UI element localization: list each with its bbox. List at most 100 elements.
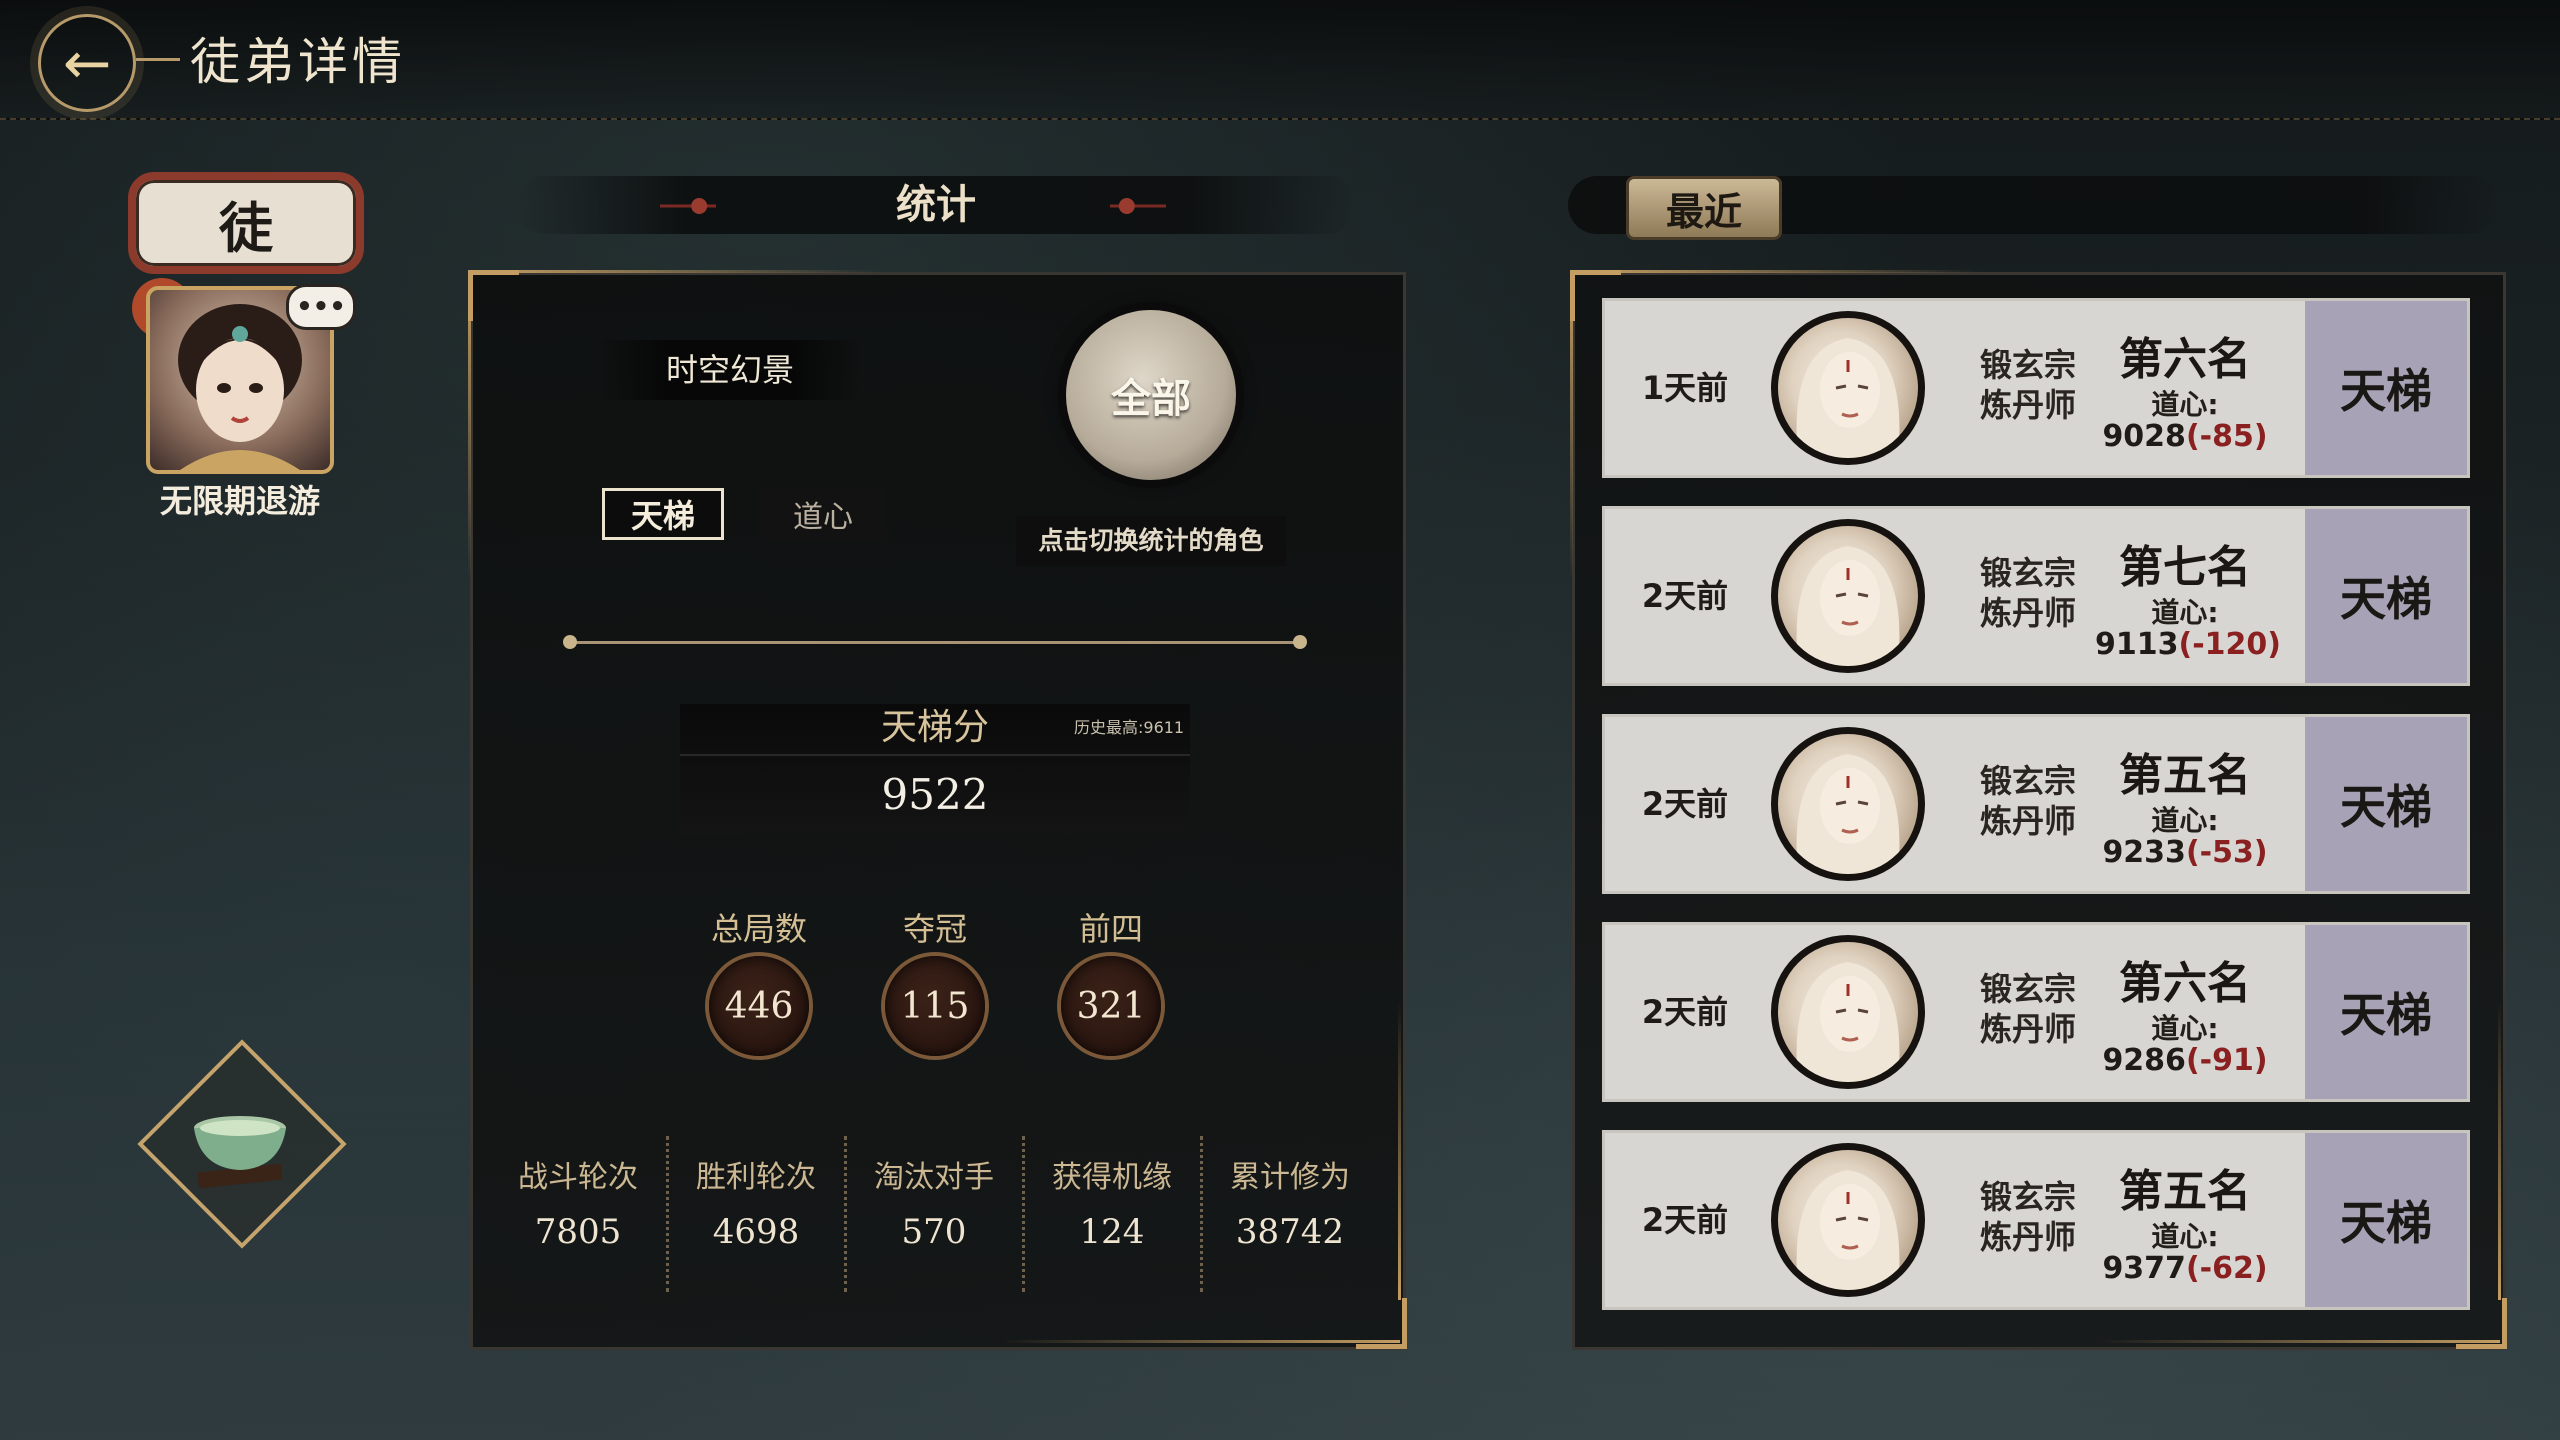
tab-daoxin[interactable]: 道心	[760, 488, 886, 540]
win-rounds-label: 胜利轮次	[696, 1160, 816, 1195]
daoxin-score: 9377(-62)	[2095, 1251, 2275, 1286]
stats-section-title: 统计	[896, 181, 976, 228]
divider-dot	[563, 635, 577, 649]
panel-gold-line	[1398, 1000, 1401, 1300]
section-divider	[570, 641, 1300, 644]
match-rank: 第六名	[2119, 958, 2251, 1009]
daoxin-score: 9113(-120)	[2095, 627, 2281, 662]
match-sect: 锻玄宗 炼丹师	[1963, 553, 2093, 633]
match-mode: 天梯	[2305, 717, 2467, 891]
score-delta: (-53)	[2185, 835, 2268, 870]
panel-gold-line	[1570, 280, 1573, 580]
total-games-label: 总局数	[710, 910, 807, 948]
tea-bowl-icon[interactable]	[180, 1090, 300, 1200]
history-best-score: 历史最高:9611	[1074, 718, 1185, 737]
daoxin-label: 道心:	[2151, 1012, 2219, 1045]
opportunities-label: 获得机缘	[1052, 1160, 1172, 1195]
wins-value: 115	[885, 956, 985, 1056]
panel-gold-line	[2100, 1340, 2500, 1343]
stat-separator	[1022, 1136, 1025, 1292]
sect-name: 锻玄宗	[1979, 554, 2076, 592]
back-arrow-icon[interactable]: ←	[38, 14, 136, 112]
ladder-box-divider	[680, 754, 1190, 756]
match-mode: 天梯	[2305, 301, 2467, 475]
score-delta: (-120)	[2178, 627, 2282, 662]
top-four-label: 前四	[1078, 910, 1143, 948]
match-card[interactable]: 2天前 锻玄宗 炼丹师 第五名 道心: 9233(-53) 天梯	[1602, 714, 2470, 894]
match-mode: 天梯	[2305, 1133, 2467, 1307]
daoxin-label: 道心:	[2151, 388, 2219, 421]
role-name: 炼丹师	[1979, 1010, 2076, 1048]
role-name: 炼丹师	[1979, 594, 2076, 632]
cultivation-value: 38742	[1235, 1212, 1345, 1252]
match-mode: 天梯	[2305, 509, 2467, 683]
daoxin-label: 道心:	[2151, 596, 2219, 629]
cultivation-label: 累计修为	[1230, 1160, 1350, 1195]
player-name: 无限期退游	[159, 482, 320, 520]
character-portrait	[1771, 935, 1925, 1089]
top-four-value: 321	[1061, 956, 1161, 1056]
battle-rounds-label: 战斗轮次	[518, 1160, 638, 1195]
score-value: 9233	[2102, 835, 2186, 870]
match-card[interactable]: 2天前 锻玄宗 炼丹师 第六名 道心: 9286(-91) 天梯	[1602, 922, 2470, 1102]
score-value: 9377	[2102, 1251, 2186, 1286]
daoxin-score: 9233(-53)	[2095, 835, 2275, 870]
match-time: 1天前	[1641, 369, 1729, 407]
panel-corner-ornament	[468, 270, 519, 321]
match-time: 2天前	[1641, 577, 1729, 615]
role-name: 炼丹师	[1979, 1218, 2076, 1256]
character-portrait	[1771, 727, 1925, 881]
panel-gold-line	[468, 280, 471, 580]
tab-ladder[interactable]: 天梯	[602, 488, 724, 540]
match-sect: 锻玄宗 炼丹师	[1963, 1177, 2093, 1257]
match-card[interactable]: 1天前 锻玄宗 炼丹师 第六名 道心: 9028(-85) 天梯	[1602, 298, 2470, 478]
battle-rounds-value: 7805	[534, 1212, 622, 1252]
match-rank: 第七名	[2119, 542, 2251, 593]
match-sect: 锻玄宗 炼丹师	[1963, 969, 2093, 1049]
total-games-value: 446	[709, 956, 809, 1056]
disciple-badge[interactable]: 徒	[128, 172, 364, 274]
daoxin-label: 道心:	[2151, 804, 2219, 837]
win-rounds-value: 4698	[712, 1212, 800, 1252]
score-delta: (-91)	[2185, 1043, 2268, 1078]
match-sect: 锻玄宗 炼丹师	[1963, 345, 2093, 425]
match-time: 2天前	[1641, 1201, 1729, 1239]
chat-bubble-icon[interactable]: •••	[286, 284, 356, 330]
role-name: 炼丹师	[1979, 802, 2076, 840]
match-card[interactable]: 2天前 锻玄宗 炼丹师 第五名 道心: 9377(-62) 天梯	[1602, 1130, 2470, 1310]
title-ornament-line	[136, 58, 180, 61]
tab-recent[interactable]: 最近	[1626, 176, 1782, 240]
match-rank: 第六名	[2119, 334, 2251, 385]
scene-label: 时空幻景	[600, 340, 860, 400]
match-card[interactable]: 2天前 锻玄宗 炼丹师 第七名 道心: 9113(-120) 天梯	[1602, 506, 2470, 686]
match-time: 2天前	[1641, 785, 1729, 823]
character-portrait	[1771, 519, 1925, 673]
sect-name: 锻玄宗	[1979, 762, 2076, 800]
score-delta: (-62)	[2185, 1251, 2268, 1286]
panel-gold-line	[1000, 1340, 1400, 1343]
switch-role-hint: 点击切换统计的角色	[1016, 516, 1286, 566]
daoxin-label: 道心:	[2151, 1220, 2219, 1253]
sect-name: 锻玄宗	[1979, 1178, 2076, 1216]
page-title: 徒弟详情	[190, 33, 406, 91]
match-time: 2天前	[1641, 993, 1729, 1031]
score-value: 9028	[2102, 419, 2186, 454]
character-portrait	[1771, 1143, 1925, 1297]
match-rank: 第五名	[2119, 1166, 2251, 1217]
eliminations-label: 淘汰对手	[874, 1160, 994, 1195]
all-roles-button[interactable]: 全部	[1066, 310, 1236, 480]
stat-separator	[844, 1136, 847, 1292]
eliminations-value: 570	[901, 1212, 967, 1252]
match-rank: 第五名	[2119, 750, 2251, 801]
sect-name: 锻玄宗	[1979, 970, 2076, 1008]
daoxin-score: 9286(-91)	[2095, 1043, 2275, 1078]
match-mode: 天梯	[2305, 925, 2467, 1099]
wins-label: 夺冠	[902, 910, 967, 948]
stat-separator	[666, 1136, 669, 1292]
score-value: 9113	[2095, 627, 2179, 662]
opportunities-value: 124	[1079, 1212, 1145, 1252]
score-delta: (-85)	[2185, 419, 2268, 454]
role-name: 炼丹师	[1979, 386, 2076, 424]
divider-dot	[1293, 635, 1307, 649]
match-sect: 锻玄宗 炼丹师	[1963, 761, 2093, 841]
